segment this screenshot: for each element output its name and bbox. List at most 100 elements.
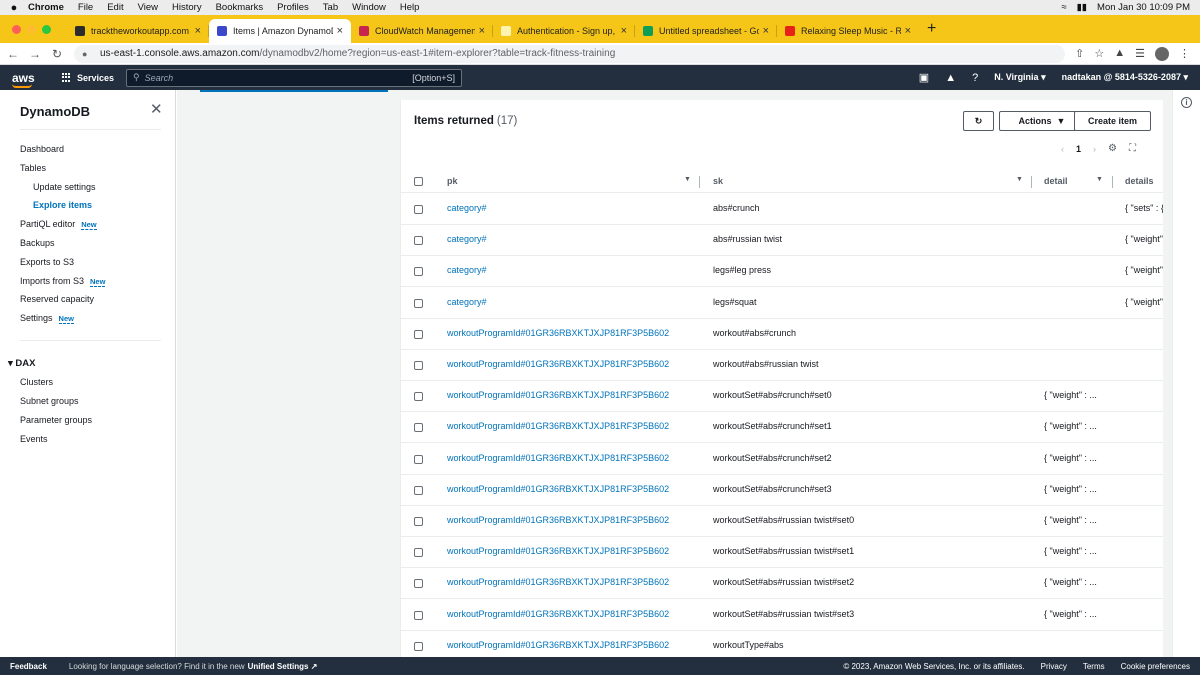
address-bar[interactable]: ● us-east-1.console.aws.amazon.com/dynam… — [74, 44, 1066, 63]
column-header-sk[interactable]: sk — [713, 176, 723, 186]
wifi-icon[interactable]: ≈ — [1061, 2, 1066, 13]
chrome-menu-icon[interactable]: ⋮ — [1179, 47, 1190, 61]
terms-link[interactable]: Terms — [1083, 662, 1105, 671]
extensions-puzzle-icon[interactable]: ▲ — [1114, 47, 1125, 61]
menu-tab[interactable]: Tab — [323, 2, 338, 13]
nav-backups[interactable]: Backups — [20, 238, 55, 248]
pk-link[interactable]: category# — [447, 265, 487, 275]
nav-events[interactable]: Events — [20, 434, 48, 444]
pk-link[interactable]: workoutProgramId#01GR36RBXKTJXJP81RF3P5B… — [447, 546, 669, 556]
cookie-preferences-link[interactable]: Cookie preferences — [1121, 662, 1190, 671]
aws-search-input[interactable]: ⚲ Search [Option+S] — [126, 68, 463, 87]
nav-explore-items[interactable]: Explore items — [33, 200, 92, 210]
menu-edit[interactable]: Edit — [107, 2, 123, 13]
pk-link[interactable]: workoutProgramId#01GR36RBXKTJXJP81RF3P5B… — [447, 609, 669, 619]
row-checkbox[interactable] — [414, 548, 423, 558]
back-icon[interactable]: ← — [4, 47, 22, 61]
fullscreen-icon[interactable]: ⛶ — [1129, 143, 1136, 154]
pk-link[interactable]: workoutProgramId#01GR36RBXKTJXJP81RF3P5B… — [447, 390, 669, 400]
pk-link[interactable]: category# — [447, 297, 487, 307]
unified-settings-link[interactable]: Unified Settings ↗ — [248, 662, 318, 671]
battery-icon[interactable]: ▮▮ — [1077, 2, 1087, 13]
browser-tab-active[interactable]: Items | Amazon DynamoDB Ma × — [209, 19, 351, 43]
column-header-detail[interactable]: detail — [1044, 176, 1068, 186]
region-selector[interactable]: N. Virginia ▾ — [994, 72, 1045, 83]
close-nav-icon[interactable]: ✕ — [150, 100, 163, 118]
browser-tab[interactable]: CloudWatch Management Con × — [351, 19, 493, 43]
nav-subnet-groups[interactable]: Subnet groups — [20, 396, 79, 406]
browser-tab[interactable]: Untitled spreadsheet - Google × — [635, 19, 777, 43]
privacy-link[interactable]: Privacy — [1041, 662, 1067, 671]
info-icon[interactable]: i — [1181, 97, 1192, 108]
pk-link[interactable]: workoutProgramId#01GR36RBXKTJXJP81RF3P5B… — [447, 515, 669, 525]
column-resizer[interactable] — [1112, 176, 1113, 188]
row-checkbox[interactable] — [414, 579, 423, 589]
row-checkbox[interactable] — [414, 641, 423, 651]
column-resizer[interactable] — [699, 176, 700, 188]
pk-link[interactable]: workoutProgramId#01GR36RBXKTJXJP81RF3P5B… — [447, 359, 669, 369]
menu-history[interactable]: History — [172, 2, 202, 13]
nav-partiql-editor[interactable]: PartiQL editor New — [20, 219, 97, 230]
prev-page-icon[interactable]: ‹ — [1061, 144, 1064, 154]
nav-settings[interactable]: Settings New — [20, 313, 74, 324]
close-tab-icon[interactable]: × — [763, 25, 769, 37]
close-tab-icon[interactable]: × — [479, 25, 485, 37]
aws-logo[interactable]: aws — [12, 71, 52, 88]
next-page-icon[interactable]: › — [1093, 144, 1096, 154]
help-icon[interactable]: ? — [972, 72, 978, 84]
refresh-button[interactable]: ↻ — [963, 111, 994, 131]
filter-caret-down-icon[interactable]: ▼ — [1096, 176, 1103, 183]
bookmark-star-icon[interactable]: ☆ — [1094, 47, 1104, 61]
row-checkbox[interactable] — [414, 610, 423, 620]
nav-dashboard[interactable]: Dashboard — [20, 144, 64, 154]
filter-caret-down-icon[interactable]: ▼ — [1016, 176, 1023, 183]
pk-link[interactable]: category# — [447, 234, 487, 244]
pk-link[interactable]: workoutProgramId#01GR36RBXKTJXJP81RF3P5B… — [447, 577, 669, 587]
profile-avatar[interactable] — [1155, 46, 1169, 61]
preferences-gear-icon[interactable]: ⚙ — [1108, 143, 1117, 154]
nav-reserved-capacity[interactable]: Reserved capacity — [20, 294, 94, 304]
menu-bookmarks[interactable]: Bookmarks — [216, 2, 264, 13]
nav-update-settings[interactable]: Update settings — [33, 182, 96, 192]
menu-app-name[interactable]: Chrome — [28, 2, 64, 13]
share-icon[interactable]: ⇧ — [1075, 47, 1084, 61]
browser-tab[interactable]: Relaxing Sleep Music - Ra × — [777, 19, 919, 43]
zoom-window-icon[interactable] — [42, 24, 51, 34]
create-item-button[interactable]: Create item — [1074, 111, 1151, 131]
site-info-icon[interactable]: ● — [82, 49, 94, 59]
nav-imports[interactable]: Imports from S3 New — [20, 276, 106, 287]
account-menu[interactable]: nadtakan @ 5814-5326-2087 ▾ — [1062, 72, 1188, 83]
apple-menu-icon[interactable]: ● — [0, 2, 28, 14]
row-checkbox[interactable] — [414, 298, 423, 308]
close-window-icon[interactable] — [12, 24, 21, 34]
pk-link[interactable]: workoutProgramId#01GR36RBXKTJXJP81RF3P5B… — [447, 640, 669, 650]
close-tab-icon[interactable]: × — [195, 25, 201, 37]
row-checkbox[interactable] — [414, 205, 423, 214]
close-tab-icon[interactable]: × — [337, 25, 343, 37]
select-all-checkbox[interactable] — [414, 177, 423, 186]
feedback-link[interactable]: Feedback — [10, 662, 47, 671]
row-checkbox[interactable] — [414, 329, 423, 339]
column-header-details[interactable]: details — [1125, 176, 1154, 186]
pk-link[interactable]: category# — [447, 203, 487, 213]
close-tab-icon[interactable]: × — [621, 25, 627, 37]
reading-list-icon[interactable]: ☰ — [1135, 47, 1145, 61]
new-tab-icon[interactable]: + — [927, 20, 936, 38]
browser-tab[interactable]: Authentication - Sign up, Sign × — [493, 19, 635, 43]
filter-caret-down-icon[interactable]: ▼ — [684, 176, 691, 183]
reload-icon[interactable]: ↻ — [48, 47, 66, 61]
menu-file[interactable]: File — [78, 2, 93, 13]
pk-link[interactable]: workoutProgramId#01GR36RBXKTJXJP81RF3P5B… — [447, 328, 669, 338]
forward-icon[interactable]: → — [26, 47, 44, 61]
pk-link[interactable]: workoutProgramId#01GR36RBXKTJXJP81RF3P5B… — [447, 453, 669, 463]
minimize-window-icon[interactable] — [27, 24, 36, 34]
nav-parameter-groups[interactable]: Parameter groups — [20, 415, 92, 425]
row-checkbox[interactable] — [414, 267, 423, 277]
browser-tab[interactable]: tracktheworkoutapp.com × — [67, 19, 209, 43]
row-checkbox[interactable] — [414, 485, 423, 495]
row-checkbox[interactable] — [414, 423, 423, 433]
nav-clusters[interactable]: Clusters — [20, 377, 53, 387]
page-number[interactable]: 1 — [1076, 144, 1081, 154]
close-tab-icon[interactable]: × — [905, 25, 911, 37]
row-checkbox[interactable] — [414, 454, 423, 464]
